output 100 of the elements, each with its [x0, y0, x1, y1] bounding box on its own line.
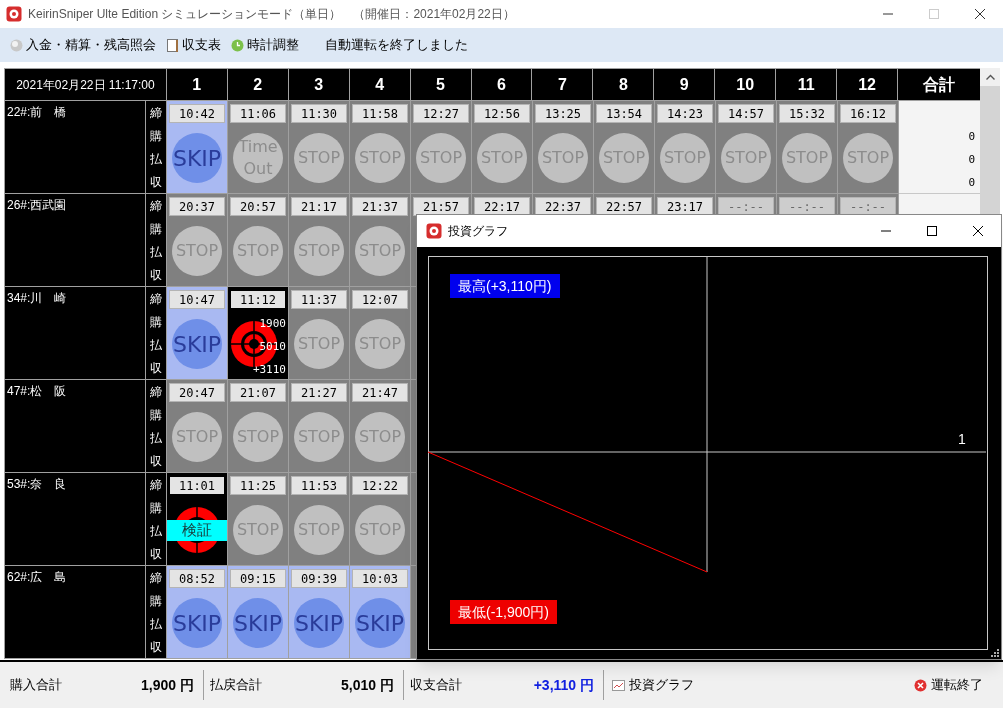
skip-button[interactable]: SKIP — [172, 133, 222, 183]
payout-value: +3110 — [252, 362, 286, 378]
notebook-icon — [166, 38, 179, 52]
datetime-header: 2021年02月22日 11:17:00 — [5, 69, 167, 100]
skip-button[interactable]: SKIP — [233, 598, 283, 648]
toolbar-button[interactable]: 収支表 — [166, 35, 221, 55]
total-amount: +3,110 円 — [533, 675, 594, 695]
venue-name: 22#:前 橋 — [5, 101, 146, 193]
row-label: 払 — [149, 336, 163, 354]
race-time: 11:01 — [169, 476, 225, 495]
race-time: 10:47 — [169, 290, 225, 309]
race-time: 20:47 — [169, 383, 225, 402]
race-marker: 1 — [958, 430, 966, 449]
row-label: 購 — [149, 593, 163, 611]
toolbar-button[interactable]: 時計調整 — [231, 35, 299, 55]
row-label: 締 — [149, 105, 163, 123]
race-time: 13:25 — [535, 104, 591, 123]
race-time: 13:54 — [596, 104, 652, 123]
race-time: 12:07 — [352, 290, 408, 309]
venue-name: 47#:松 阪 — [5, 380, 146, 472]
row-label: 収 — [149, 359, 163, 377]
max-label: 最高(+3,110円) — [450, 274, 560, 298]
maximize-icon — [927, 226, 937, 236]
race-time: 21:07 — [230, 383, 286, 402]
row-label: 購 — [149, 407, 163, 425]
race-time: 11:53 — [291, 476, 347, 495]
race-time: 10:03 — [352, 569, 408, 588]
row-label: 購 — [149, 500, 163, 518]
column-header: 7 — [532, 69, 594, 100]
skip-button[interactable]: SKIP — [172, 319, 222, 369]
min-label: 最低(-1,900円) — [450, 600, 558, 624]
window-title: 投資グラフ — [448, 223, 508, 240]
race-time: 20:37 — [169, 197, 225, 216]
skip-button[interactable]: SKIP — [355, 598, 405, 648]
race-time: 15:32 — [779, 104, 835, 123]
column-header: 4 — [349, 69, 411, 100]
race-time: 11:12 — [230, 290, 286, 309]
app-icon — [6, 6, 22, 22]
venue-name: 34#:川 崎 — [5, 287, 146, 379]
race-time: 11:37 — [291, 290, 347, 309]
graph-button[interactable]: 投資グラフ — [612, 675, 694, 695]
close-icon — [973, 226, 983, 236]
row-label: 払 — [149, 429, 163, 447]
verify-label: 検証 — [167, 520, 227, 541]
row-label: 締 — [149, 291, 163, 309]
race-time: 09:15 — [230, 569, 286, 588]
column-header: 12 — [837, 69, 899, 100]
column-header: 2 — [227, 69, 289, 100]
race-time: 21:27 — [291, 383, 347, 402]
race-time: 11:25 — [230, 476, 286, 495]
row-label: 購 — [149, 128, 163, 146]
row-label: 収 — [149, 638, 163, 656]
skip-button[interactable]: SKIP — [294, 598, 344, 648]
resize-grip-icon — [991, 649, 1000, 658]
scrollbar[interactable] — [980, 68, 1000, 214]
row-label: 購 — [149, 221, 163, 239]
row-label: 購 — [149, 314, 163, 332]
close-icon — [975, 9, 985, 19]
venue-name: 53#:奈 良 — [5, 473, 146, 565]
row-label: 締 — [149, 198, 163, 216]
window-title: KeirinSniper Ulte Edition シミュレーションモード（単日） （開催日：2021年02月22日） — [28, 6, 515, 23]
column-header: 11 — [776, 69, 838, 100]
row-label: 締 — [149, 570, 163, 588]
chart-icon — [612, 679, 625, 691]
payout-value: 5010 — [259, 339, 286, 355]
column-header: 1 — [166, 69, 228, 100]
app-icon — [426, 223, 442, 239]
race-time: 21:17 — [291, 197, 347, 216]
race-time: 14:57 — [718, 104, 774, 123]
total-label: 収支合計 — [410, 676, 462, 695]
race-time: 21:47 — [352, 383, 408, 402]
clock-icon — [231, 38, 244, 52]
total-amount: 1,900 円 — [141, 675, 194, 695]
race-time: 12:27 — [413, 104, 469, 123]
venue-name: 62#:広 島 — [5, 566, 146, 658]
maximize-icon — [929, 9, 939, 19]
toolbar-button[interactable]: 入金・精算・残高照会 — [10, 35, 156, 55]
row-label: 払 — [149, 522, 163, 540]
column-header: 合計 — [922, 74, 957, 95]
race-time: 14:23 — [657, 104, 713, 123]
race-time: 16:12 — [840, 104, 896, 123]
row-label: 払 — [149, 243, 163, 261]
column-header: 5 — [410, 69, 472, 100]
sphere-icon — [10, 38, 23, 52]
column-header: 3 — [288, 69, 350, 100]
race-time: 11:30 — [291, 104, 347, 123]
race-time: 11:06 — [230, 104, 286, 123]
row-label: 払 — [149, 150, 163, 168]
race-time: 08:52 — [169, 569, 225, 588]
row-label: 収 — [149, 545, 163, 563]
total-value: 0 — [968, 152, 975, 168]
venue-name: 26#:西武園 — [5, 194, 146, 286]
stop-operation-button[interactable]: 運転終了 — [914, 675, 983, 695]
scroll-up-icon — [985, 74, 995, 80]
row-label: 払 — [149, 615, 163, 633]
total-value: 0 — [968, 175, 975, 191]
race-time: 12:22 — [352, 476, 408, 495]
skip-button[interactable]: SKIP — [172, 598, 222, 648]
total-label: 購入合計 — [10, 676, 62, 695]
row-label: 収 — [149, 266, 163, 284]
